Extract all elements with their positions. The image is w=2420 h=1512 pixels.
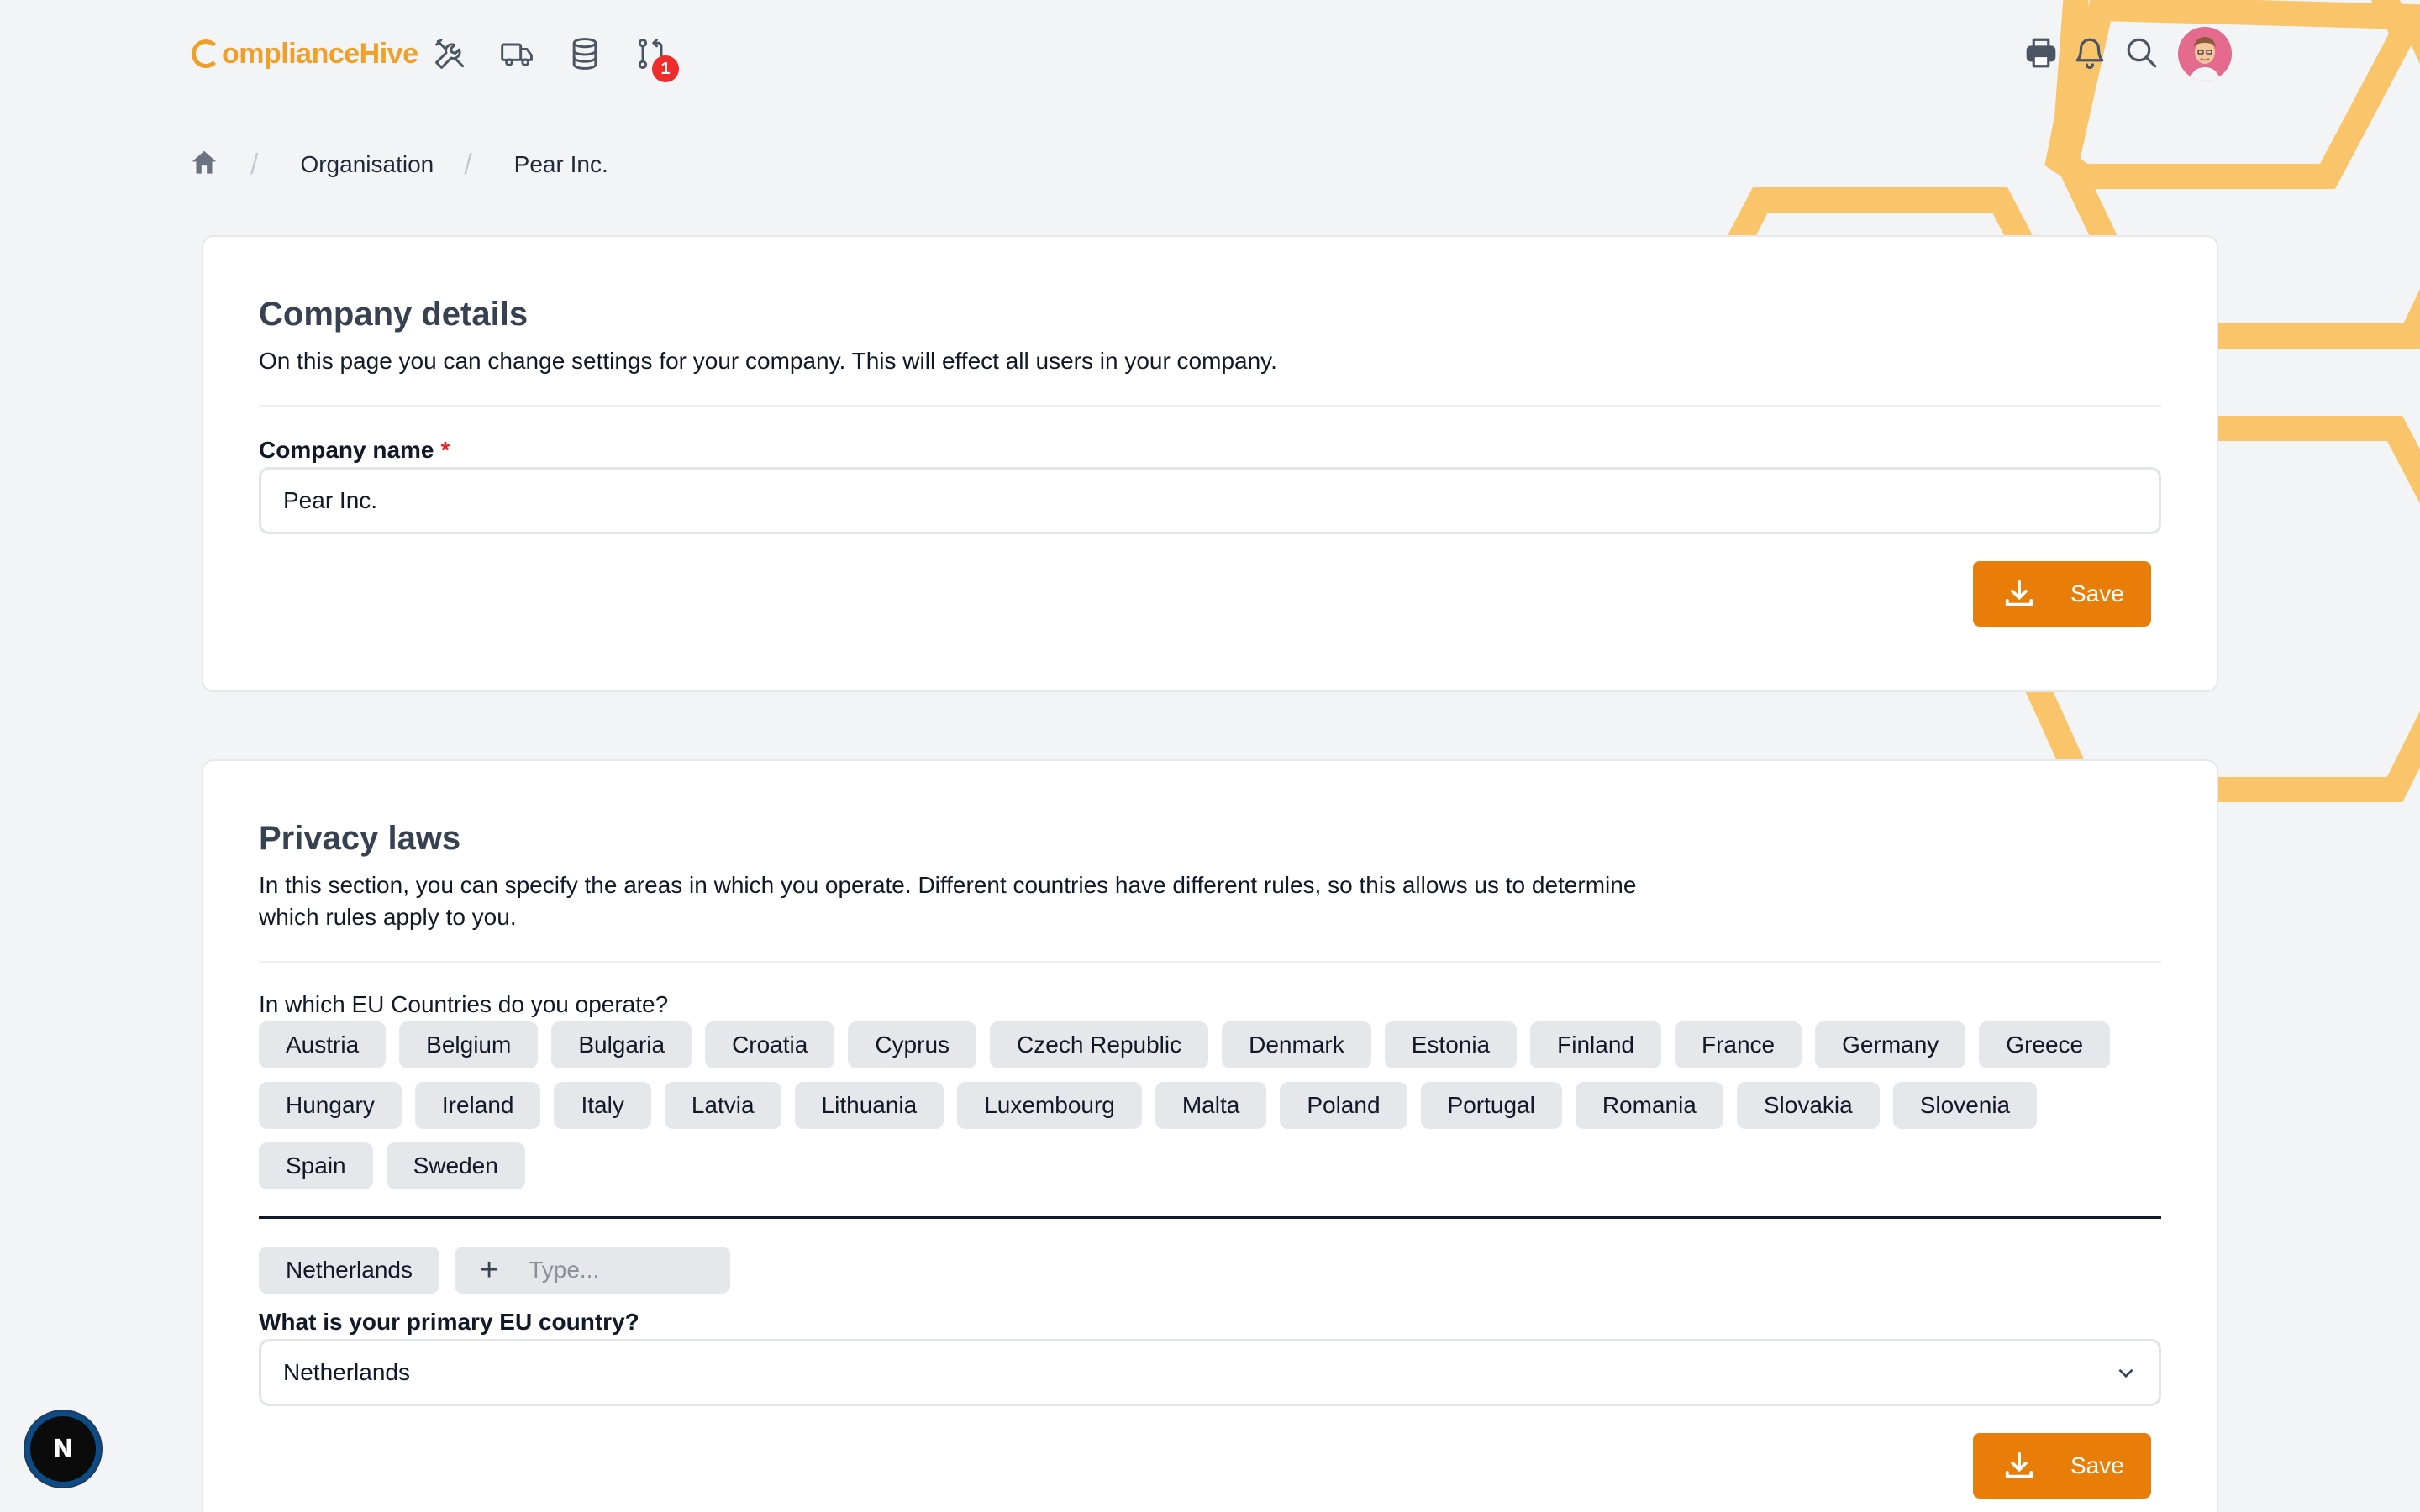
save-button-label: Save	[2070, 580, 2124, 606]
primary-country-select[interactable]: Netherlands	[259, 1339, 2161, 1406]
privacy-save-button[interactable]: Save	[1973, 1433, 2151, 1499]
country-tag[interactable]: Germany	[1815, 1021, 1966, 1068]
country-tag[interactable]: Estonia	[1384, 1021, 1518, 1068]
country-tag[interactable]: Czech Republic	[990, 1021, 1209, 1068]
country-tag-list: Austria Belgium Bulgaria Croatia Cyprus Czech…	[259, 1021, 2161, 1189]
company-details-card: Company details On this page you can cha…	[202, 235, 2218, 692]
country-type-input[interactable]: + Type...	[454, 1247, 730, 1294]
breadcrumb: / Organisation / Pear Inc.	[188, 144, 608, 185]
breadcrumb-current[interactable]: Pear Inc.	[514, 151, 608, 178]
country-tag[interactable]: Sweden	[386, 1142, 525, 1189]
selected-countries: Netherlands + Type...	[259, 1247, 2161, 1294]
section-divider	[259, 961, 2161, 963]
country-tag[interactable]: Spain	[259, 1142, 373, 1189]
top-navigation: omplianceHive 1	[0, 0, 2420, 109]
selected-country-tag[interactable]: Netherlands	[259, 1247, 439, 1294]
country-tag[interactable]: Croatia	[705, 1021, 835, 1068]
country-tag[interactable]: Portugal	[1420, 1082, 1562, 1129]
privacy-description-line-1: In this section, you can specify the are…	[259, 872, 1637, 898]
bell-icon[interactable]	[2069, 32, 2111, 74]
breadcrumb-organisation[interactable]: Organisation	[300, 151, 434, 178]
plus-icon: +	[479, 1252, 499, 1288]
git-pull-request-icon[interactable]: 1	[630, 32, 679, 82]
country-tag[interactable]: Finland	[1530, 1021, 1661, 1068]
logo-text: omplianceHive	[222, 37, 418, 70]
company-save-button[interactable]: Save	[1973, 561, 2151, 627]
primary-country-value: Netherlands	[283, 1359, 410, 1385]
privacy-laws-description: In this section, you can specify the are…	[259, 869, 2161, 933]
notification-badge: 1	[652, 55, 679, 82]
download-icon	[2005, 580, 2033, 606]
country-tag[interactable]: Austria	[259, 1021, 387, 1068]
company-details-title: Company details	[259, 296, 529, 333]
chevron-down-icon	[2118, 1368, 2133, 1378]
printer-icon[interactable]	[2020, 32, 2062, 74]
country-tag[interactable]: Italy	[554, 1082, 651, 1129]
privacy-laws-title: Privacy laws	[259, 820, 461, 857]
country-tag[interactable]: Slovakia	[1736, 1082, 1880, 1129]
country-tag[interactable]: Belgium	[399, 1021, 539, 1068]
country-tag[interactable]: Lithuania	[794, 1082, 944, 1129]
download-icon	[2005, 1452, 2033, 1478]
breadcrumb-separator: /	[464, 148, 472, 181]
country-options: Austria Belgium Bulgaria Croatia Cyprus Czech…	[259, 1021, 2161, 1189]
breadcrumb-separator: /	[250, 148, 259, 181]
section-divider	[259, 405, 2161, 407]
company-details-header: Company details On this page you can cha…	[259, 296, 2161, 377]
country-tag[interactable]: Bulgaria	[551, 1021, 692, 1068]
tools-icon[interactable]	[429, 32, 472, 76]
country-tag[interactable]: Cyprus	[848, 1021, 977, 1068]
countries-question: In which EU Countries do you operate?	[259, 991, 669, 1017]
privacy-laws-header: Privacy laws In this section, you can sp…	[259, 820, 2161, 933]
company-details-description: On this page you can change settings for…	[259, 348, 1277, 374]
company-name-label: Company name *	[259, 437, 2161, 464]
country-tag[interactable]: Denmark	[1222, 1021, 1371, 1068]
country-tag[interactable]: Romania	[1575, 1082, 1723, 1129]
company-name-wrapper	[259, 467, 2161, 534]
search-icon[interactable]	[2121, 32, 2163, 74]
primary-country-field: What is your primary EU country?	[259, 1309, 2161, 1336]
country-tag[interactable]: Poland	[1280, 1082, 1407, 1129]
primary-country-wrapper: Netherlands	[259, 1339, 2161, 1406]
home-icon[interactable]	[188, 147, 220, 183]
company-logo[interactable]: omplianceHive	[192, 34, 418, 74]
countries-field: In which EU Countries do you operate?	[259, 991, 2161, 1018]
country-tag[interactable]: Malta	[1155, 1082, 1267, 1129]
country-tag[interactable]: Greece	[1979, 1021, 2111, 1068]
truck-icon[interactable]	[496, 32, 539, 76]
country-tag[interactable]: Slovenia	[1892, 1082, 2038, 1129]
company-name-input[interactable]	[259, 467, 2161, 534]
primary-country-label: What is your primary EU country?	[259, 1309, 639, 1335]
avatar-face-icon	[2178, 27, 2232, 81]
logo-c-mark	[192, 39, 220, 68]
nextjs-dev-badge[interactable]: N	[25, 1411, 101, 1487]
selection-divider	[259, 1216, 2161, 1219]
company-name-label-text: Company name	[259, 437, 434, 463]
country-tag[interactable]: France	[1674, 1021, 1802, 1068]
country-tag[interactable]: Luxembourg	[957, 1082, 1142, 1129]
country-tag[interactable]: Ireland	[414, 1082, 541, 1129]
type-placeholder: Type...	[529, 1257, 600, 1283]
save-button-label: Save	[2070, 1452, 2124, 1478]
country-tag[interactable]: Latvia	[664, 1082, 781, 1129]
database-icon[interactable]	[563, 32, 607, 76]
privacy-description-line-2: which rules apply to you.	[259, 904, 517, 930]
required-asterisk: *	[440, 437, 450, 463]
country-tag[interactable]: Hungary	[259, 1082, 402, 1129]
privacy-laws-card: Privacy laws In this section, you can sp…	[202, 759, 2218, 1512]
dev-badge-letter: N	[52, 1434, 74, 1464]
company-name-field: Company name *	[259, 437, 2161, 464]
avatar[interactable]	[2178, 27, 2232, 81]
